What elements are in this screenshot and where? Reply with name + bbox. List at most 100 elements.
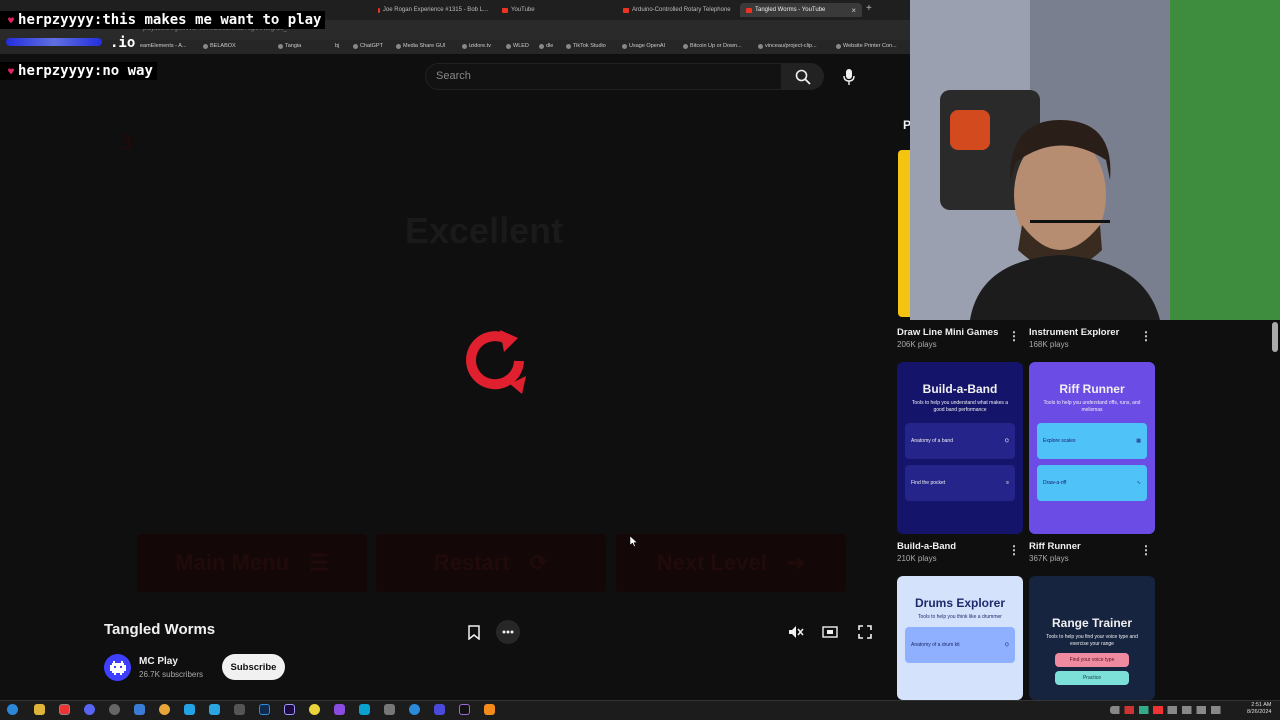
telegram-icon[interactable] (209, 704, 220, 715)
search-input[interactable] (425, 63, 782, 90)
menu-icon: ☰ (308, 550, 329, 575)
tab-tangled-worms[interactable]: Tangled Worms - YouTube × (740, 3, 862, 17)
bookmark-item[interactable]: BELABOX (203, 43, 236, 49)
playable-thumbnail-drums-explorer[interactable]: Drums Explorer Tools to help you think l… (897, 576, 1023, 700)
picture-in-picture-button[interactable] (818, 620, 842, 644)
bookmark-item[interactable]: eamElements - A... (140, 43, 186, 49)
clock[interactable]: 2:51 AM 8/26/2024 (1247, 702, 1271, 716)
video-title: Tangled Worms (104, 621, 216, 638)
more-vertical-icon[interactable]: ⋮ (1140, 543, 1152, 557)
new-tab-button[interactable]: + (866, 3, 872, 14)
restart-loading-icon (466, 330, 526, 394)
bookmark-icon (203, 43, 208, 49)
playable-thumbnail-range-trainer[interactable]: Range Trainer Tools to help you find you… (1029, 576, 1155, 700)
tab-youtube[interactable]: YouTube (502, 3, 582, 17)
fullscreen-button[interactable] (853, 620, 877, 644)
more-vertical-icon[interactable]: ⋮ (1008, 543, 1020, 557)
bookmark-item[interactable]: WLED (506, 43, 529, 49)
app-icon[interactable] (459, 704, 470, 715)
playable-title[interactable]: Build-a-Band (897, 541, 956, 552)
app-icon[interactable] (434, 704, 445, 715)
bookmark-icon (683, 43, 688, 49)
app-icon[interactable] (484, 704, 495, 715)
heart-icon: ♥ (8, 16, 15, 27)
search-placeholder: Search (436, 70, 471, 82)
playable-title[interactable]: Riff Runner (1029, 541, 1081, 552)
discord-icon[interactable] (84, 704, 95, 715)
youtube-favicon-icon (746, 7, 752, 13)
more-actions-button[interactable] (496, 620, 520, 644)
bookmark-item[interactable]: Usage OpenAI (622, 43, 665, 49)
subscriber-count: 26.7K subscribers (139, 670, 204, 679)
app-icon[interactable] (309, 704, 320, 715)
bookmark-item[interactable]: izidore.tv (462, 43, 491, 49)
bookmark-item[interactable]: vinceau/project-clip... (758, 43, 817, 49)
level-number: 3 (120, 130, 133, 155)
app-icon[interactable] (184, 704, 195, 715)
app-icon[interactable] (384, 704, 395, 715)
bookmark-item[interactable]: Media Share GUI (396, 43, 446, 49)
save-button[interactable] (462, 620, 486, 644)
play-count: 367K plays (1029, 554, 1069, 563)
app-icon[interactable] (334, 704, 345, 715)
youtube-favicon-icon (623, 7, 629, 13)
arrow-right-icon: ➜ (786, 550, 806, 575)
windows-start-icon[interactable] (7, 704, 18, 715)
playable-title[interactable]: Draw Line Mini Games (897, 327, 998, 338)
playable-thumbnail[interactable] (898, 150, 910, 317)
app-icon[interactable] (359, 704, 370, 715)
bookmark-item[interactable]: Tangia (278, 43, 301, 49)
search-button[interactable] (782, 63, 824, 90)
play-count: 210K plays (897, 554, 937, 563)
game-result-title: Excellent (405, 210, 564, 251)
bookmark-item[interactable]: dle (539, 43, 553, 49)
restart-button[interactable]: Restart ⟳ (376, 534, 606, 592)
subscribe-button[interactable]: Subscribe (222, 654, 285, 680)
game-canvas[interactable] (0, 100, 890, 605)
microphone-icon (842, 68, 855, 85)
mouse-cursor-icon (630, 536, 638, 547)
system-tray-icons[interactable] (1110, 706, 1230, 714)
bookmark-item[interactable]: bj (335, 43, 339, 49)
brave-browser-icon[interactable] (59, 704, 70, 715)
thumb-tile: Find the pocket ≡ (905, 465, 1015, 501)
bookmark-icon (353, 43, 358, 49)
drum-kit-icon: ⌬ (1004, 438, 1009, 444)
voice-search-button[interactable] (834, 62, 863, 91)
playable-thumbnail-build-a-band[interactable]: Build-a-Band Tools to help you understan… (897, 362, 1023, 534)
fullscreen-icon (858, 625, 872, 639)
restart-icon: ⟳ (529, 550, 549, 575)
mute-button[interactable] (784, 620, 808, 644)
photoshop-icon[interactable] (259, 704, 270, 715)
more-vertical-icon[interactable]: ⋮ (1008, 329, 1020, 343)
more-vertical-icon[interactable]: ⋮ (1140, 329, 1152, 343)
playable-title[interactable]: Instrument Explorer (1029, 327, 1119, 338)
scale-grid-icon: ▦ (1136, 438, 1141, 444)
obs-icon[interactable] (109, 704, 120, 715)
bookmark-item[interactable]: Website Printer Con... (836, 43, 897, 49)
next-level-button[interactable]: Next Level ➜ (616, 534, 846, 592)
scrollbar-thumb[interactable] (1272, 322, 1278, 352)
tab-joe-rogan[interactable]: Joe Rogan Experience #1315 - Bob L... (378, 3, 488, 17)
close-tab-icon[interactable]: × (851, 6, 856, 15)
search-icon (795, 69, 811, 85)
file-explorer-icon[interactable] (34, 704, 45, 715)
streamer-webcam-image (910, 0, 1280, 320)
tab-arduino[interactable]: Arduino-Controlled Rotary Telephone (623, 3, 733, 17)
youtube-favicon-icon (502, 7, 508, 13)
channel-name[interactable]: MC Play (139, 656, 178, 667)
channel-avatar[interactable] (104, 654, 131, 681)
drum-kit-icon: ⌬ (1004, 641, 1009, 648)
bookmark-item[interactable]: Bitcoin Up or Down... (683, 43, 742, 49)
chrome-icon[interactable] (159, 704, 170, 715)
app-icon[interactable] (409, 704, 420, 715)
bookmark-item[interactable]: ChatGPT (353, 43, 383, 49)
app-icon[interactable] (134, 704, 145, 715)
play-count: 168K plays (1029, 340, 1069, 349)
terminal-icon[interactable] (234, 704, 245, 715)
main-menu-button[interactable]: Main Menu ☰ (137, 534, 367, 592)
premiere-icon[interactable] (284, 704, 295, 715)
bookmark-item[interactable]: TikTok Studio (566, 43, 606, 49)
playable-thumbnail-riff-runner[interactable]: Riff Runner Tools to help you understand… (1029, 362, 1155, 534)
webcam-overlay (910, 0, 1280, 320)
